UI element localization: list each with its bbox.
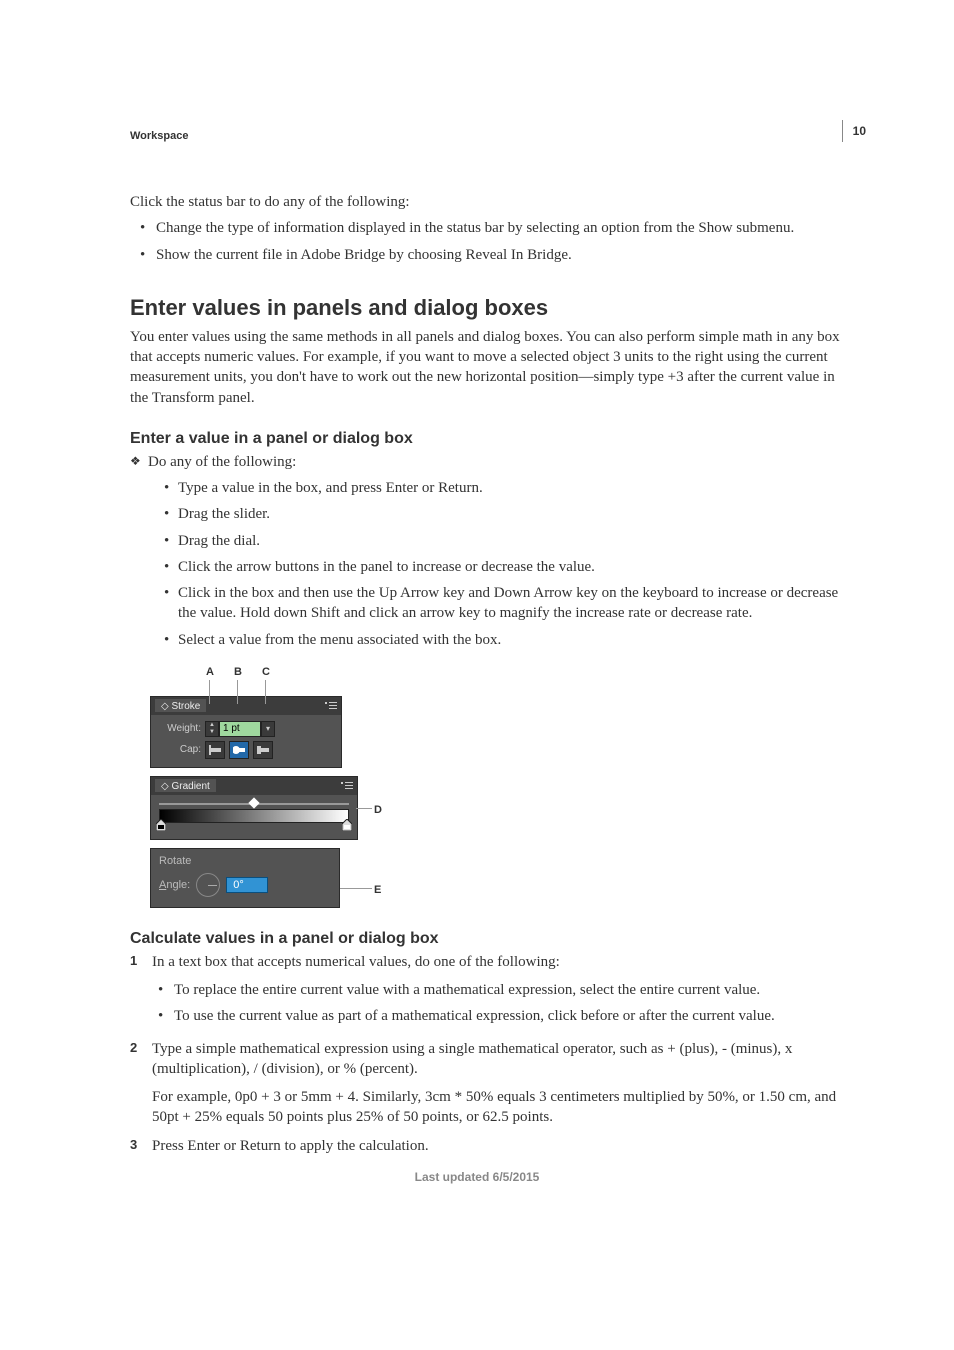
weight-stepper: ▲▼ 1 pt ▾ bbox=[205, 721, 275, 737]
rotate-panel: Rotate Angle: 0° bbox=[150, 848, 340, 908]
intro-lead: Click the status bar to do any of the fo… bbox=[130, 192, 854, 212]
weight-label: Weight: bbox=[159, 723, 201, 734]
dropdown-arrow-icon: ▾ bbox=[261, 721, 275, 737]
step-item: Press Enter or Return to apply the calcu… bbox=[130, 1136, 854, 1156]
step-sub-bullet: To replace the entire current value with… bbox=[148, 980, 854, 1000]
stroke-tab: ◇ Stroke bbox=[155, 699, 206, 712]
figure-label-e: E bbox=[374, 884, 381, 896]
footer-updated: Last updated 6/5/2015 bbox=[0, 1170, 954, 1184]
intro-bullet: Change the type of information displayed… bbox=[130, 218, 854, 238]
figure-label-d: D bbox=[374, 804, 382, 816]
breadcrumb: Workspace bbox=[130, 130, 854, 142]
panels-figure: A B C ◇ Stroke Weight: ▲▼ 1 pt bbox=[150, 666, 382, 908]
stroke-tab-label: Stroke bbox=[171, 701, 200, 712]
method-bullet: Drag the slider. bbox=[130, 504, 854, 524]
intro-bullet: Show the current file in Adobe Bridge by… bbox=[130, 245, 854, 265]
section-paragraph: You enter values using the same methods … bbox=[130, 327, 854, 408]
method-bullet: Click the arrow buttons in the panel to … bbox=[130, 557, 854, 577]
gradient-tab: ◇ Gradient bbox=[155, 779, 216, 792]
figure-label-b: B bbox=[234, 666, 242, 678]
cap-label: Cap: bbox=[159, 744, 201, 755]
angle-label: Angle: bbox=[159, 879, 190, 891]
gradient-midpoint-icon bbox=[248, 797, 259, 808]
method-bullet: Type a value in the box, and press Enter… bbox=[130, 478, 854, 498]
panel-menu-icon bbox=[325, 701, 337, 711]
angle-dial-icon bbox=[196, 873, 220, 897]
method-bullet: Click in the box and then use the Up Arr… bbox=[130, 583, 854, 624]
gradient-slider bbox=[159, 803, 349, 825]
stepper-arrows-icon: ▲▼ bbox=[205, 721, 219, 737]
panel-menu-icon bbox=[341, 781, 353, 791]
do-any-line: Do any of the following: bbox=[130, 452, 854, 472]
method-bullet: Drag the dial. bbox=[130, 531, 854, 551]
step-text: Type a simple mathematical expression us… bbox=[152, 1041, 792, 1077]
angle-value: 0° bbox=[226, 877, 268, 893]
subsection-heading: Enter a value in a panel or dialog box bbox=[130, 430, 854, 448]
gradient-panel: ◇ Gradient bbox=[150, 776, 358, 840]
rotate-title: Rotate bbox=[159, 855, 331, 867]
gradient-stop-left-icon bbox=[156, 819, 166, 831]
step-sub-bullet: To use the current value as part of a ma… bbox=[148, 1006, 854, 1026]
method-bullet: Select a value from the menu associated … bbox=[130, 630, 854, 650]
step-item: Type a simple mathematical expression us… bbox=[130, 1039, 854, 1128]
section-heading: Enter values in panels and dialog boxes bbox=[130, 295, 854, 321]
figure-label-c: C bbox=[262, 666, 270, 678]
stroke-panel: ◇ Stroke Weight: ▲▼ 1 pt ▾ Cap: bbox=[150, 696, 342, 768]
gradient-stop-right-icon bbox=[342, 819, 352, 831]
page-number: 10 bbox=[842, 120, 866, 142]
step-item: In a text box that accepts numerical val… bbox=[130, 952, 854, 1027]
step-text: Press Enter or Return to apply the calcu… bbox=[152, 1138, 429, 1154]
cap-projecting-icon bbox=[253, 741, 273, 759]
cap-butt-icon bbox=[205, 741, 225, 759]
cap-round-icon bbox=[229, 741, 249, 759]
step-text: In a text box that accepts numerical val… bbox=[152, 954, 560, 970]
step-example: For example, 0p0 + 3 or 5mm + 4. Similar… bbox=[152, 1087, 854, 1128]
gradient-tab-label: Gradient bbox=[171, 781, 209, 792]
weight-value: 1 pt bbox=[219, 721, 261, 737]
subsection-heading: Calculate values in a panel or dialog bo… bbox=[130, 930, 854, 948]
figure-label-a: A bbox=[206, 666, 214, 678]
